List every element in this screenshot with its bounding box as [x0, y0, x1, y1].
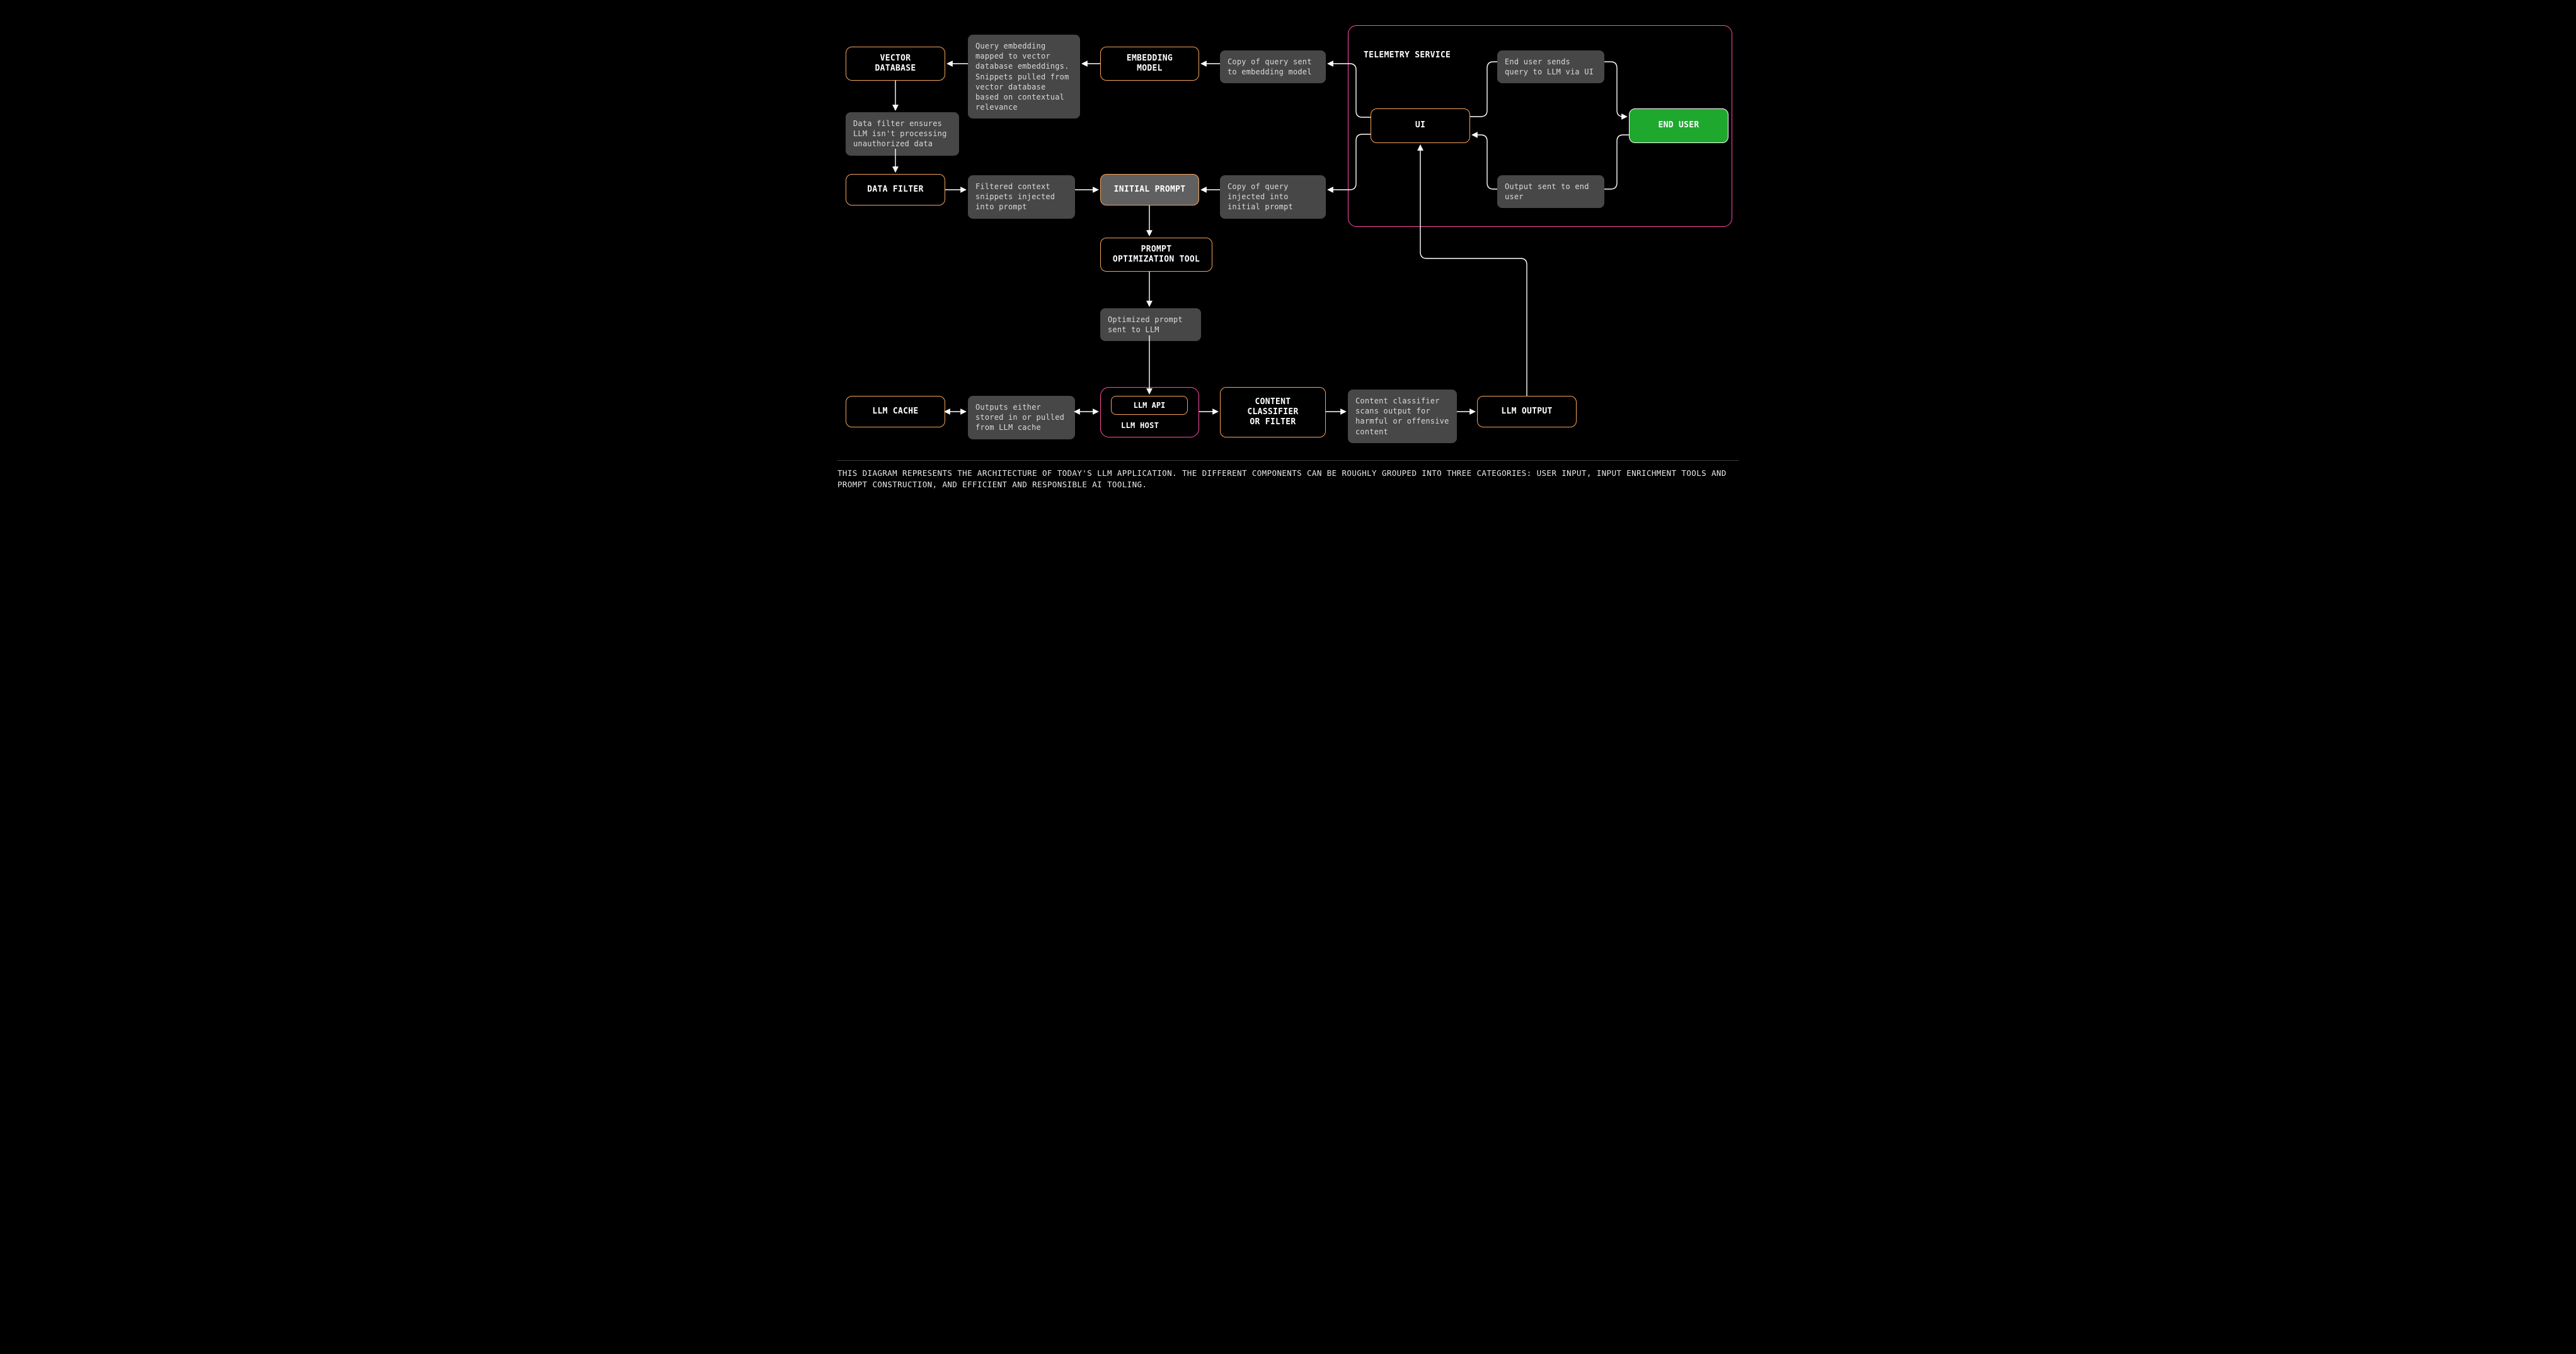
telemetry-label: TELEMETRY SERVICE: [1364, 50, 1451, 60]
diagram-canvas: TELEMETRY SERVICE LLM API LLM HOST VECTO…: [822, 0, 1754, 490]
llm-api-label: LLM API: [1134, 401, 1166, 410]
data-filter-node: DATA FILTER: [846, 174, 945, 205]
filtered-ctx-note: Filtered context snippets injected into …: [968, 175, 1075, 219]
end-user-node: END USER: [1629, 108, 1728, 143]
llm-output-node: LLM OUTPUT: [1477, 396, 1577, 427]
copy-prompt-note: Copy of query injected into initial prom…: [1220, 175, 1326, 219]
separator: [837, 460, 1739, 461]
end-user-sends-note: End user sends query to LLM via UI: [1497, 50, 1604, 83]
vector-database-node: VECTOR DATABASE: [846, 47, 945, 81]
content-classifier-node: CONTENT CLASSIFIER OR FILTER: [1220, 387, 1326, 437]
outputs-cache-note: Outputs either stored in or pulled from …: [968, 396, 1075, 439]
classifier-scan-note: Content classifier scans output for harm…: [1348, 390, 1457, 443]
prompt-opt-node: PROMPT OPTIMIZATION TOOL: [1100, 238, 1212, 272]
embedding-model-node: EMBEDDING MODEL: [1100, 47, 1199, 81]
llm-host-label: LLM HOST: [1121, 421, 1159, 430]
optimized-prompt-note: Optimized prompt sent to LLM: [1100, 308, 1201, 341]
llm-api-node: LLM API: [1111, 396, 1188, 415]
output-user-note: Output sent to end user: [1497, 175, 1604, 208]
llm-cache-node: LLM CACHE: [846, 396, 945, 427]
copy-embed-note: Copy of query sent to embedding model: [1220, 50, 1326, 83]
embed-map-note: Query embedding mapped to vector databas…: [968, 35, 1080, 119]
caption: THIS DIAGRAM REPRESENTS THE ARCHITECTURE…: [837, 468, 1739, 490]
data-filter-note: Data filter ensures LLM isn't processing…: [846, 112, 959, 156]
ui-node: UI: [1371, 108, 1470, 143]
initial-prompt-node: INITIAL PROMPT: [1100, 174, 1199, 205]
